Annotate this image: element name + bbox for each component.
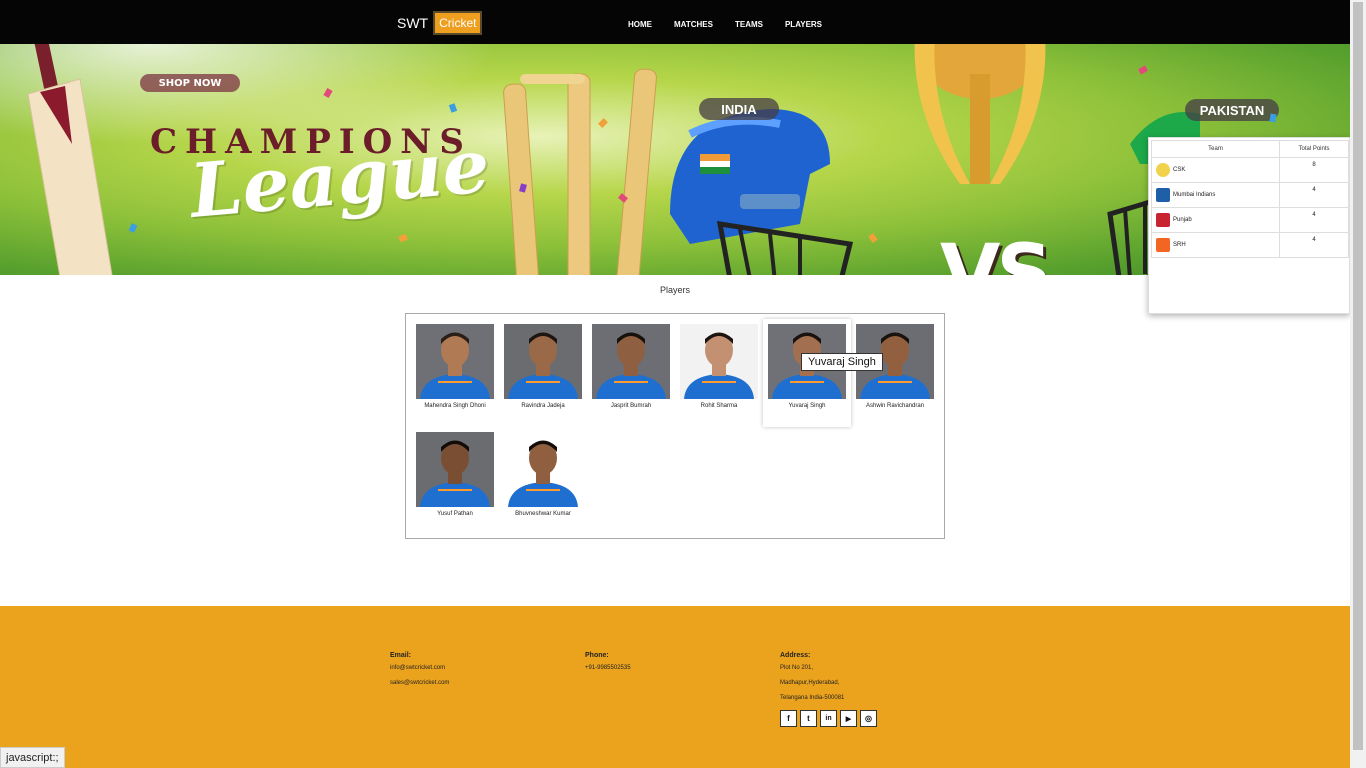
footer-phone-col: Phone: +91-9985502535 [585,652,631,680]
footer-address-col: Address: Plot No 201, Madhapur,Hyderabad… [780,652,877,727]
confetti [1269,113,1277,123]
scrollbar-thumb[interactable] [1353,2,1363,750]
vs-text: VS [940,229,1053,275]
brand-cricket-text: Cricket [433,11,483,35]
player-photo [504,324,582,399]
nav-teams[interactable]: TEAMS [735,20,763,29]
team-name: Mumbai Indians [1173,192,1216,198]
team-pakistan-pill: PAKISTAN [1185,99,1279,121]
team-points: 4 [1279,232,1349,258]
table-row[interactable]: SRH 4 [1151,232,1349,258]
player-name: Yuvaraj Singh [788,403,826,409]
team-points: 4 [1279,207,1349,233]
team-cell: Punjab [1151,207,1280,233]
team-name: Punjab [1173,217,1192,223]
address-line: Plot No 201, [780,665,814,671]
player-card[interactable]: Jasprit Bumrah [587,319,675,427]
page-scrollbar[interactable] [1350,0,1366,768]
player-card[interactable]: Yuvaraj Singh [763,319,851,427]
address-line: Madhapur,Hyderabad, [780,680,840,686]
footer-email-col: Email: info@swtcricket.com sales@swtcric… [390,652,449,695]
player-photo [680,324,758,399]
player-card[interactable]: Mahendra Singh Dhoni [411,319,499,427]
player-name: Yusuf Pathan [437,511,473,517]
stumps-icon [503,68,657,275]
player-name: Ashwin Ravichandran [865,403,925,409]
linkedin-icon[interactable]: in [820,710,837,727]
address-label: Address: [780,652,811,659]
team-india-pill: INDIA [699,98,779,120]
nav-links: HOME MATCHES TEAMS PLAYERS [628,20,844,29]
trophy-icon [914,44,1046,184]
player-name: Ravindra Jadeja [521,403,565,409]
csk-logo-icon [1156,163,1170,177]
nav-players[interactable]: PLAYERS [785,20,822,29]
player-photo [416,432,494,507]
player-photo [592,324,670,399]
player-tooltip: Yuvaraj Singh [801,353,883,371]
table-row[interactable]: Mumbai Indians 4 [1151,182,1349,208]
twitter-icon[interactable]: t [800,710,817,727]
players-heading: Players [659,285,690,295]
player-card[interactable]: Rohit Sharma [675,319,763,427]
team-cell: Mumbai Indians [1151,182,1280,208]
player-card[interactable]: Ashwin Ravichandran [851,319,939,427]
player-card[interactable]: Bhuvneshwar Kumar [499,427,587,535]
shop-now-pill[interactable]: SHOP NOW [140,74,240,92]
brand-swt-text: SWT [397,15,429,31]
player-photo [504,432,582,507]
team-cell: SRH [1151,232,1280,258]
team-points: 8 [1279,157,1349,183]
confetti [128,223,138,233]
instagram-icon[interactable]: ◎ [860,710,877,727]
phone-label: Phone: [585,652,609,659]
table-row[interactable]: Punjab 4 [1151,207,1349,233]
confetti [398,233,408,243]
phone-link[interactable]: +91-9985502535 [585,665,631,671]
social-links: f t in ▶ ◎ [780,710,877,727]
team-cell: CSK [1151,157,1280,183]
email-label: Email: [390,652,412,659]
page-root: SWT Cricket HOME MATCHES TEAMS PLAYERS S… [0,0,1366,768]
col-team-header: Team [1151,140,1280,158]
top-navbar: SWT Cricket HOME MATCHES TEAMS PLAYERS [0,0,1350,44]
address-line: Telangana India-500081 [780,695,845,701]
player-name: Bhuvneshwar Kumar [515,511,571,517]
status-bar: javascript:; [0,747,65,768]
confetti [1138,65,1148,75]
email-link[interactable]: sales@swtcricket.com [390,680,449,686]
facebook-icon[interactable]: f [780,710,797,727]
team-points: 4 [1279,182,1349,208]
table-row[interactable]: CSK 8 [1151,157,1349,183]
mumbai-indians-logo-icon [1156,188,1170,202]
col-points-header: Total Points [1279,140,1349,158]
player-card[interactable]: Yusuf Pathan [411,427,499,535]
confetti [868,233,878,243]
team-name: SRH [1173,242,1186,248]
brand-logo[interactable]: SWT Cricket [397,11,483,35]
cricket-bat-icon [27,44,113,275]
player-name: Rohit Sharma [700,403,738,409]
team-name: CSK [1173,167,1186,173]
players-grid: Mahendra Singh Dhoni Ravindra Jadeja Jaspr… [405,313,945,539]
nav-home[interactable]: HOME [628,20,652,29]
india-helmet-icon [670,109,854,275]
footer: Email: info@swtcricket.com sales@swtcric… [0,606,1350,768]
player-name: Mahendra Singh Dhoni [424,403,486,409]
youtube-icon[interactable]: ▶ [840,710,857,727]
player-photo [416,324,494,399]
points-table: Team Total Points CSK 8 Mumbai Indians 4… [1151,140,1349,258]
nav-matches[interactable]: MATCHES [674,20,713,29]
player-name: Jasprit Bumrah [610,403,652,409]
player-card[interactable]: Ravindra Jadeja [499,319,587,427]
punjab-logo-icon [1156,213,1170,227]
srh-logo-icon [1156,238,1170,252]
email-link[interactable]: info@swtcricket.com [390,665,449,671]
